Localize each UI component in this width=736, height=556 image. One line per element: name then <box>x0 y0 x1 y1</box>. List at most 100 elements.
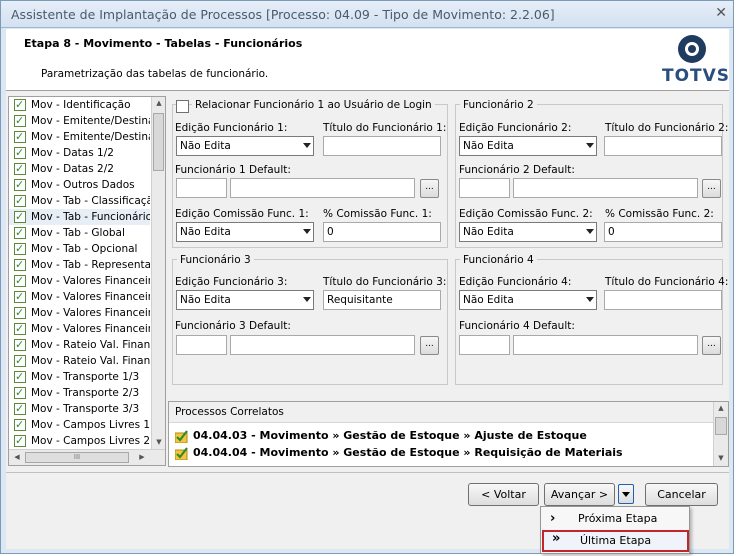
step-done-icon <box>14 177 26 193</box>
chevron-down-icon <box>303 297 311 302</box>
title-func3-input[interactable]: Requisitante <box>323 290 441 310</box>
edit-func2-select[interactable]: Não Edita <box>459 136 597 156</box>
next-button[interactable]: Avançar > <box>544 483 615 506</box>
scroll-up-icon[interactable]: ▲ <box>714 404 728 412</box>
edit-func1-select[interactable]: Não Edita <box>176 136 314 156</box>
step-list-item[interactable]: Mov - Datas 2/2 <box>9 161 150 177</box>
chevron-right-icon: › <box>550 511 556 526</box>
next-options-menu: › Próxima Etapa » Última Etapa <box>540 506 690 554</box>
step-done-icon <box>14 241 26 257</box>
related-processes-vscroll[interactable]: ▲ ▼ <box>713 402 728 466</box>
title-func4-label: Título do Funcionário 4: <box>605 276 729 288</box>
default-func2-name-input[interactable] <box>513 178 698 198</box>
step-list-item[interactable]: Mov - Tab - Representante <box>9 257 150 273</box>
commission-edit-func1-label: Edição Comissão Func. 1: <box>175 208 309 220</box>
step-list-item[interactable]: Mov - Emitente/Destinatário <box>9 113 150 129</box>
step-list-item[interactable]: Mov - Valores Financeiros <box>9 321 150 337</box>
step-list-item[interactable]: Mov - Valores Financeiros <box>9 289 150 305</box>
cancel-button[interactable]: Cancelar <box>645 483 718 506</box>
step-list-item-label: Mov - Identificação <box>31 99 131 111</box>
step-list-item[interactable]: Mov - Valores Financeiros <box>9 305 150 321</box>
step-list-item[interactable]: Mov - Datas 1/2 <box>9 145 150 161</box>
commission-edit-func1-select[interactable]: Não Edita <box>176 222 314 242</box>
step-done-icon <box>14 113 26 129</box>
employee-form: Relacionar Funcionário 1 ao Usuário de L… <box>168 96 729 396</box>
scroll-down-icon[interactable]: ▼ <box>152 438 165 446</box>
step-done-icon <box>14 257 26 273</box>
chevron-down-icon <box>586 229 594 234</box>
close-icon[interactable]: ✕ <box>715 5 727 21</box>
next-options-dropdown-button[interactable] <box>618 484 634 504</box>
chevron-down-icon <box>586 297 594 302</box>
chevron-down-icon <box>303 143 311 148</box>
step-list-item[interactable]: Mov - Valores Financeiros <box>9 273 150 289</box>
step-list-hscroll-thumb[interactable]: III <box>25 452 129 463</box>
totvs-logo: TOTVS <box>662 35 729 89</box>
title-func1-input[interactable] <box>323 136 441 156</box>
default-func3-code-input[interactable] <box>176 335 227 355</box>
commission-edit-func2-select[interactable]: Não Edita <box>459 222 597 242</box>
related-process-item[interactable]: 04.04.04 - Movimento » Gestão de Estoque… <box>175 446 623 460</box>
default-func2-label: Funcionário 2 Default: <box>459 164 575 176</box>
back-button[interactable]: < Voltar <box>468 483 539 506</box>
step-done-icon <box>14 193 26 209</box>
edit-func3-select[interactable]: Não Edita <box>176 290 314 310</box>
step-list-hscroll[interactable]: ◀ III ▶ <box>9 449 165 465</box>
step-done-icon <box>14 161 26 177</box>
menu-item-next-step[interactable]: › Próxima Etapa <box>542 508 689 530</box>
default-func1-browse-button[interactable]: ... <box>420 179 439 198</box>
title-bar: Assistente de Implantação de Processos [… <box>1 1 733 28</box>
commission-pct-func2-input[interactable]: 0 <box>604 222 722 242</box>
scroll-down-icon[interactable]: ▼ <box>714 454 728 462</box>
default-func1-code-input[interactable] <box>176 178 227 198</box>
commission-pct-func1-input[interactable]: 0 <box>323 222 441 242</box>
edit-func2-value: Não Edita <box>463 140 514 152</box>
step-list-item[interactable]: Mov - Rateio Val. Financ. <box>9 337 150 353</box>
relate-login-checkbox[interactable] <box>176 100 189 113</box>
step-list-item[interactable]: Mov - Tab - Opcional <box>9 241 150 257</box>
step-list-vscroll-thumb[interactable] <box>153 113 164 171</box>
step-list-item[interactable]: Mov - Identificação <box>9 97 150 113</box>
scroll-left-icon[interactable]: ◀ <box>10 453 24 461</box>
step-list-item[interactable]: Mov - Campos Livres 2/2 <box>9 433 150 449</box>
step-done-icon <box>14 273 26 289</box>
commission-pct-func1-label: % Comissão Func. 1: <box>323 208 432 220</box>
title-func2-input[interactable] <box>604 136 722 156</box>
edit-func4-label: Edição Funcionário 4: <box>459 276 572 288</box>
step-list-item[interactable]: Mov - Rateio Val. Financ. <box>9 353 150 369</box>
step-list-vscroll[interactable]: ▲ ▼ <box>151 97 165 449</box>
related-process-item[interactable]: 04.04.03 - Movimento » Gestão de Estoque… <box>175 429 587 443</box>
default-func1-name-input[interactable] <box>230 178 415 198</box>
related-processes-vscroll-thumb[interactable] <box>715 417 727 435</box>
default-func4-browse-button[interactable]: ... <box>702 336 721 355</box>
step-done-icon <box>14 97 26 113</box>
step-list-item[interactable]: Mov - Transporte 1/3 <box>9 369 150 385</box>
edit-func2-label: Edição Funcionário 2: <box>459 122 572 134</box>
step-done-icon <box>14 321 26 337</box>
step-list-item[interactable]: Mov - Tab - Classificação <box>9 193 150 209</box>
step-list-item[interactable]: Mov - Transporte 2/3 <box>9 385 150 401</box>
default-func2-browse-button[interactable]: ... <box>702 179 721 198</box>
menu-item-last-step[interactable]: » Última Etapa <box>542 530 689 552</box>
related-processes-panel: Processos Correlatos 04.04.03 - Moviment… <box>168 401 729 467</box>
step-done-icon <box>14 209 26 225</box>
step-list-item[interactable]: Mov - Outros Dados <box>9 177 150 193</box>
default-func3-browse-button[interactable]: ... <box>420 336 439 355</box>
step-list-item[interactable]: Mov - Tab - Global <box>9 225 150 241</box>
step-subtitle: Parametrização das tabelas de funcionári… <box>41 68 269 80</box>
title-func4-input[interactable] <box>604 290 722 310</box>
default-func4-name-input[interactable] <box>513 335 698 355</box>
default-func3-name-input[interactable] <box>230 335 415 355</box>
default-func4-code-input[interactable] <box>459 335 510 355</box>
step-list-item[interactable]: Mov - Emitente/Destinatário <box>9 129 150 145</box>
scroll-right-icon[interactable]: ▶ <box>135 453 149 461</box>
step-list-item[interactable]: Mov - Tab - Funcionário <box>9 209 150 225</box>
step-list-item[interactable]: Mov - Campos Livres 1/2 <box>9 417 150 433</box>
step-list-item[interactable]: Mov - Transporte 3/3 <box>9 401 150 417</box>
default-func2-code-input[interactable] <box>459 178 510 198</box>
step-done-icon <box>14 353 26 369</box>
edit-func4-select[interactable]: Não Edita <box>459 290 597 310</box>
scroll-up-icon[interactable]: ▲ <box>152 99 165 107</box>
step-list-item-label: Mov - Tab - Global <box>31 227 125 239</box>
wizard-client: Etapa 8 - Movimento - Tabelas - Funcioná… <box>6 29 729 549</box>
